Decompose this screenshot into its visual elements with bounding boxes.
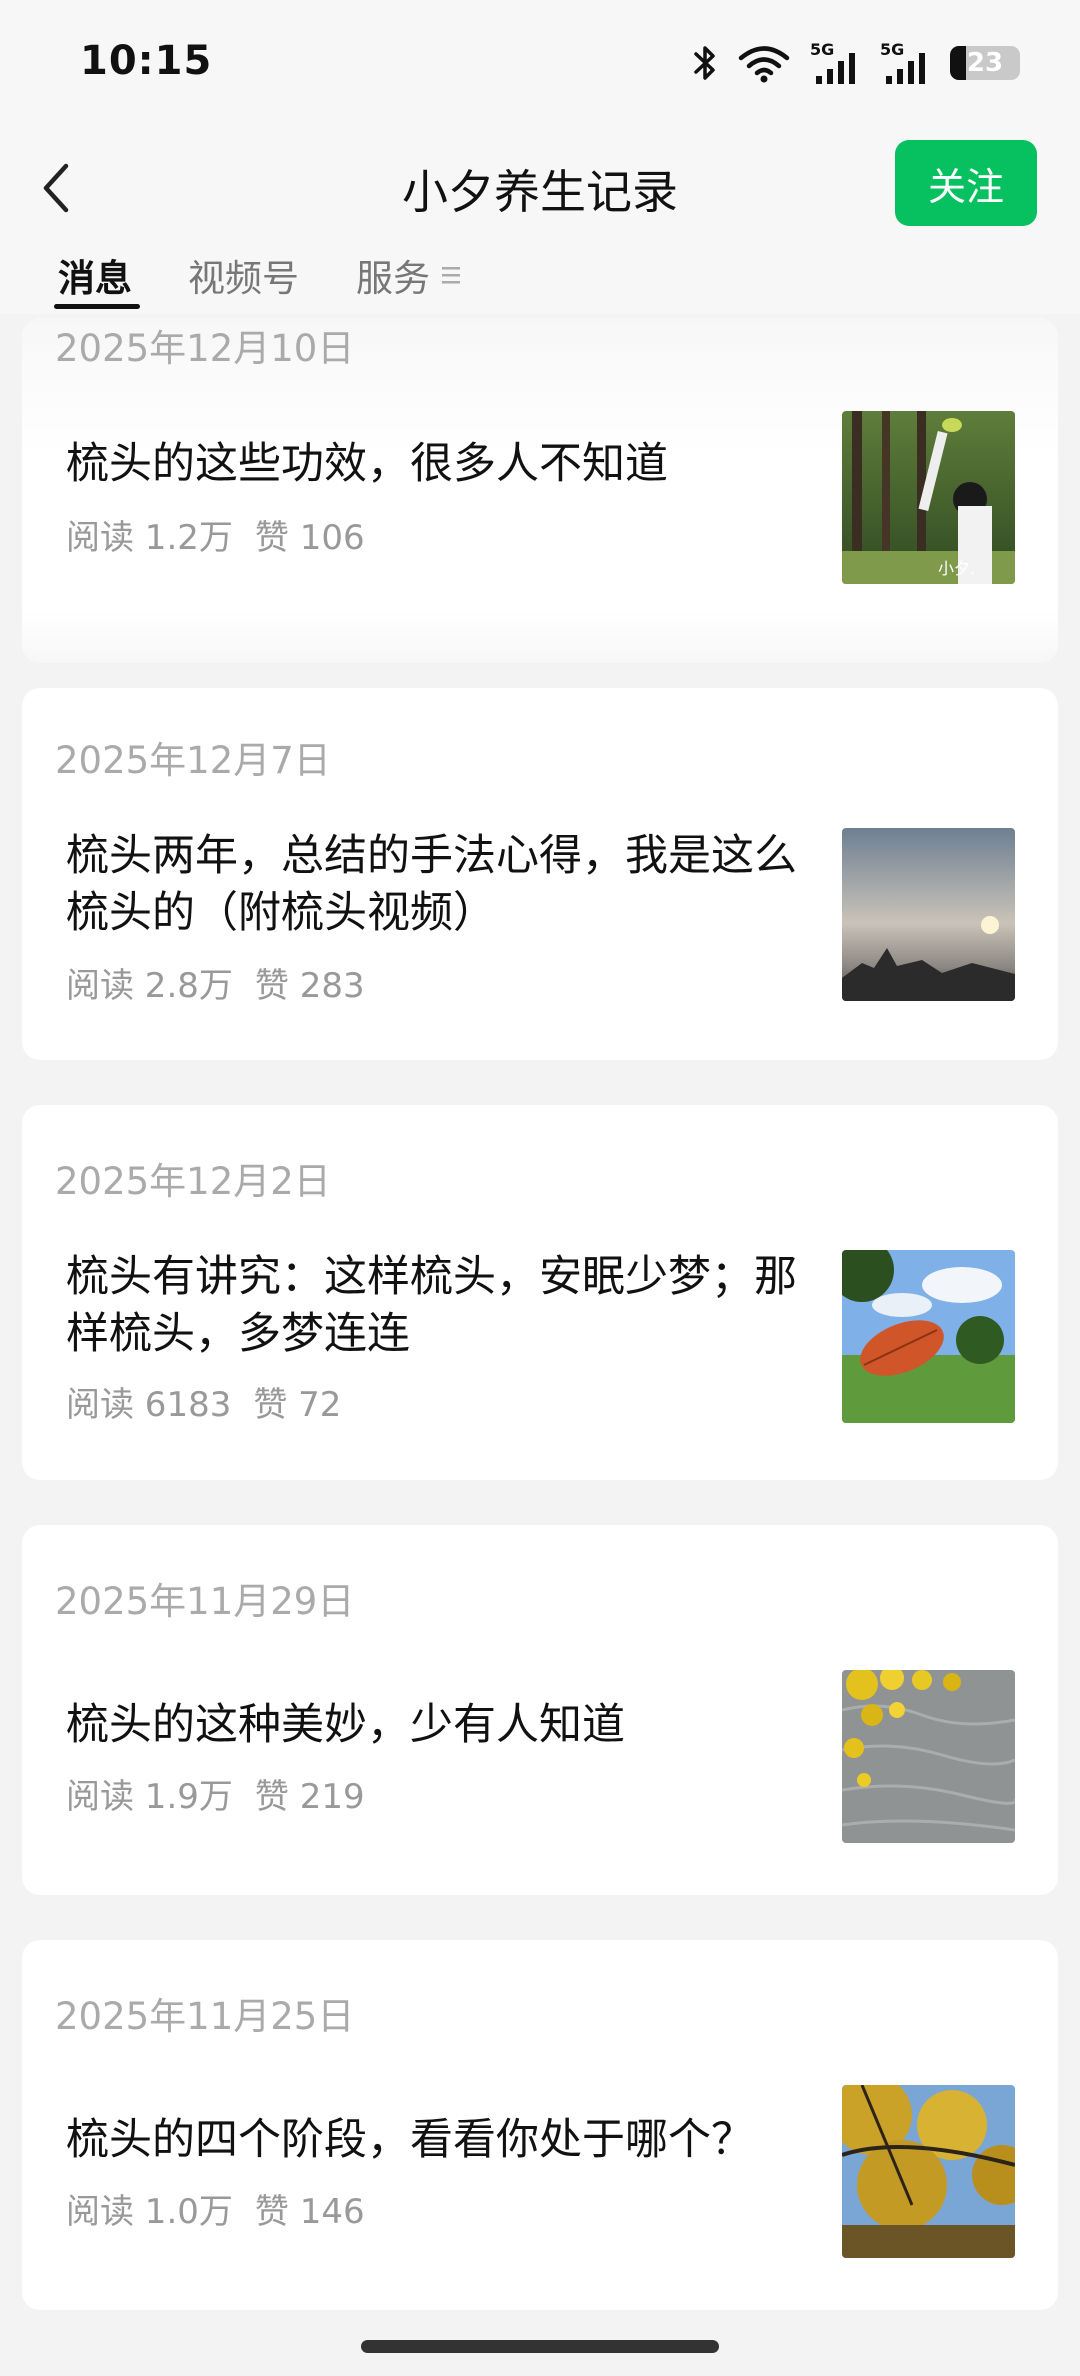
article-stats: 阅读 2.8万赞 283 [66,958,387,1007]
article-title[interactable]: 梳头的这种美妙，少有人知道 [66,1697,836,1754]
read-count: 阅读 1.2万 [66,518,233,558]
bluetooth-icon [694,46,715,80]
article-thumbnail[interactable] [842,1250,1015,1423]
article-stats: 阅读 1.0万赞 146 [66,2184,387,2233]
status-bar: 10:15 5G 5G 23 [0,0,1080,130]
header: 小夕养生记录 关注 [0,130,1080,240]
home-indicator[interactable] [361,2340,719,2353]
article-date: 2025年12月7日 [55,739,331,782]
like-count: 赞 146 [254,2192,365,2232]
like-count: 赞 106 [254,518,365,558]
read-count: 阅读 1.9万 [66,1777,233,1817]
article-stats: 阅读 1.9万赞 219 [66,1769,387,1818]
article-thumbnail[interactable] [842,2085,1015,2258]
like-count: 赞 72 [253,1385,342,1425]
article-title[interactable]: 梳头两年，总结的手法心得，我是这么梳头的（附梳头视频） [66,828,836,942]
thumbnail-watermark: 小夕. [938,559,975,578]
tab-bar: 消息 视频号 服务 [0,240,1080,314]
article-card[interactable]: 2025年12月7日 梳头两年，总结的手法心得，我是这么梳头的（附梳头视频） 阅… [22,688,1058,1060]
article-stats: 阅读 6183 赞 72 [66,1377,363,1426]
active-tab-indicator [54,304,140,309]
article-title[interactable]: 梳头有讲究：这样梳头，安眠少梦；那样梳头，多梦连连 [66,1249,836,1363]
article-thumbnail[interactable] [842,1670,1015,1843]
menu-icon[interactable] [440,264,462,286]
read-count: 阅读 2.8万 [66,966,233,1006]
article-stats: 阅读 1.2万赞 106 [66,510,387,559]
status-time: 10:15 [80,38,213,84]
battery-icon: 23 [950,46,1020,80]
follow-button[interactable]: 关注 [895,140,1037,226]
article-date: 2025年12月10日 [55,327,355,370]
tab-messages[interactable]: 消息 [58,248,132,302]
article-date: 2025年11月25日 [55,1995,355,2038]
article-thumbnail[interactable] [842,828,1015,1001]
article-date: 2025年11月29日 [55,1580,355,1623]
cellular-signal-icon: 5G [810,40,860,84]
article-date: 2025年12月2日 [55,1160,331,1203]
article-card[interactable]: 2025年12月2日 梳头有讲究：这样梳头，安眠少梦；那样梳头，多梦连连 阅读 … [22,1105,1058,1480]
cellular-signal-icon: 5G [880,40,930,84]
article-card[interactable]: 2025年11月25日 梳头的四个阶段，看看你处于哪个？ 阅读 1.0万赞 14… [22,1940,1058,2310]
article-card[interactable]: 2025年12月10日 梳头的这些功效，很多人不知道 阅读 1.2万赞 106 … [22,318,1058,663]
article-card[interactable]: 2025年11月29日 梳头的这种美妙，少有人知道 阅读 1.9万赞 219 [22,1525,1058,1895]
like-count: 赞 219 [254,1777,365,1817]
article-title[interactable]: 梳头的四个阶段，看看你处于哪个？ [66,2112,836,2169]
tab-services[interactable]: 服务 [356,248,430,302]
wifi-icon [738,46,790,83]
read-count: 阅读 1.0万 [66,2192,233,2232]
article-thumbnail[interactable]: 小夕. [842,411,1015,584]
read-count: 阅读 6183 [66,1385,232,1425]
tab-channels[interactable]: 视频号 [188,248,299,302]
battery-percent: 23 [966,48,1004,78]
status-icons: 5G 5G 23 [692,38,1020,88]
article-title[interactable]: 梳头的这些功效，很多人不知道 [66,436,836,493]
like-count: 赞 283 [254,966,365,1006]
